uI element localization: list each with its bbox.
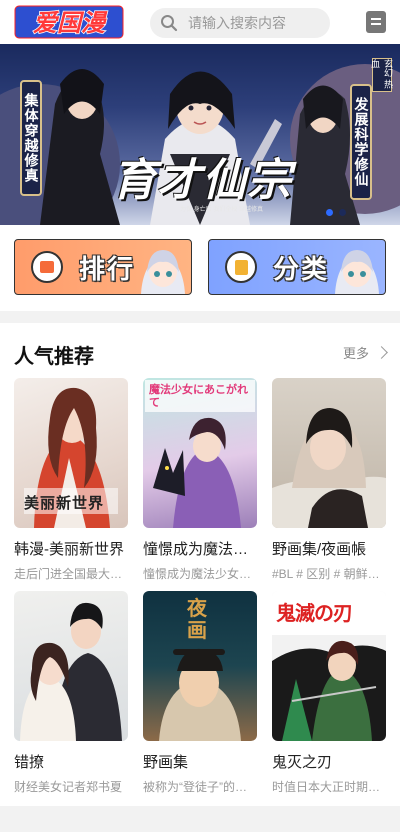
- svg-text:爱国漫: 爱国漫: [33, 9, 108, 37]
- carousel-dot[interactable]: [339, 209, 346, 216]
- rank-podium-icon: [31, 251, 63, 283]
- cover-title: 美丽新世界: [24, 494, 105, 512]
- section-title: 人气推荐: [14, 346, 94, 368]
- cover-title: 魔法少女にあこがれて: [149, 384, 248, 409]
- comic-desc: 财经美女记者郑书夏: [14, 780, 123, 794]
- top-bar: 爱国漫 请输入搜索内容: [0, 0, 400, 44]
- popular-section: 人气推荐 更多 美丽新世界 韩漫-美丽新世界 走后门进全国最大企业 魔法少女にあ…: [0, 323, 400, 806]
- comic-cover: [14, 591, 128, 741]
- cover-title: 鬼滅の刃: [276, 601, 353, 625]
- comic-cover: 夜画: [143, 591, 257, 741]
- comic-card[interactable]: 野画集/夜画帳 #BL # 区别 # 朝鲜时代: [272, 378, 386, 582]
- carousel-dot-active[interactable]: [326, 209, 333, 216]
- category-book-icon: [225, 251, 257, 283]
- banner-right-scroll: 发展科学修仙: [350, 84, 372, 200]
- comic-card[interactable]: 美丽新世界 韩漫-美丽新世界 走后门进全国最大企业: [14, 378, 128, 582]
- entry-tiles: 排行 分类: [0, 225, 400, 311]
- comic-title: 鬼灭之刃: [272, 754, 333, 771]
- cover-art: [20, 602, 122, 741]
- rank-entry-button[interactable]: 排行: [14, 239, 192, 295]
- app-logo[interactable]: 爱国漫: [14, 5, 124, 39]
- comic-desc: 被称为“登徒子”的画师: [143, 780, 257, 794]
- comic-cover: [272, 378, 386, 528]
- comic-cover: 美丽新世界: [14, 378, 128, 528]
- carousel-banner[interactable]: 集体穿越修真 发展科学修仙 玄幻 热血 育才仙宗 为保 身亡后 我们全校 穿越修…: [0, 44, 400, 225]
- mascot-girl-icon: [141, 250, 185, 294]
- mascot-girl-icon: [335, 250, 379, 294]
- comic-title: 韩漫-美丽新世界: [14, 541, 124, 558]
- comic-card[interactable]: 鬼滅の刃 鬼灭之刃 时值日本大正时期，卖炭: [272, 591, 386, 795]
- comic-cover: 魔法少女にあこがれて: [143, 378, 257, 528]
- comic-card[interactable]: 夜画 野画集 被称为“登徒子”的画师: [143, 591, 257, 795]
- banner-subtitle: 为保 身亡后 我们全校 穿越修真: [180, 207, 264, 213]
- banner-title: 育才仙宗: [112, 155, 292, 206]
- search-box[interactable]: 请输入搜索内容: [150, 8, 330, 38]
- search-placeholder: 请输入搜索内容: [188, 15, 286, 31]
- banner-left-scroll: 集体穿越修真: [20, 80, 42, 196]
- comic-card[interactable]: 魔法少女にあこがれて 憧憬成为魔法少女 憧憬成为魔法少女的少女: [143, 378, 257, 582]
- comic-title: 错撩: [14, 754, 45, 771]
- comic-title: 野画集/夜画帳: [272, 541, 367, 558]
- rank-entry-label: 排行: [79, 253, 136, 284]
- comic-desc: 憧憬成为魔法少女的少女: [143, 567, 257, 581]
- more-label: 更多: [342, 346, 369, 361]
- category-entry-button[interactable]: 分类: [208, 239, 386, 295]
- more-link[interactable]: 更多: [342, 343, 388, 362]
- cover-title: 夜画: [187, 596, 207, 642]
- comic-title: 野画集: [143, 754, 189, 771]
- comic-desc: 走后门进全国最大企业: [14, 567, 128, 581]
- comic-desc: #BL # 区别 # 朝鲜时代: [272, 567, 386, 581]
- category-entry-label: 分类: [273, 253, 330, 284]
- history-book-icon[interactable]: [366, 11, 386, 33]
- search-icon: [161, 15, 178, 32]
- carousel-dots: [326, 209, 346, 216]
- comic-cover: 鬼滅の刃: [272, 591, 386, 741]
- chevron-right-icon: [375, 346, 388, 359]
- comic-desc: 时值日本大正时期，卖炭: [272, 780, 386, 794]
- cover-art: [272, 408, 386, 528]
- comic-title: 憧憬成为魔法少女: [143, 541, 257, 558]
- banner-genre-tag: 玄幻 热血: [370, 58, 393, 92]
- comic-card[interactable]: 错撩 财经美女记者郑书夏: [14, 591, 128, 795]
